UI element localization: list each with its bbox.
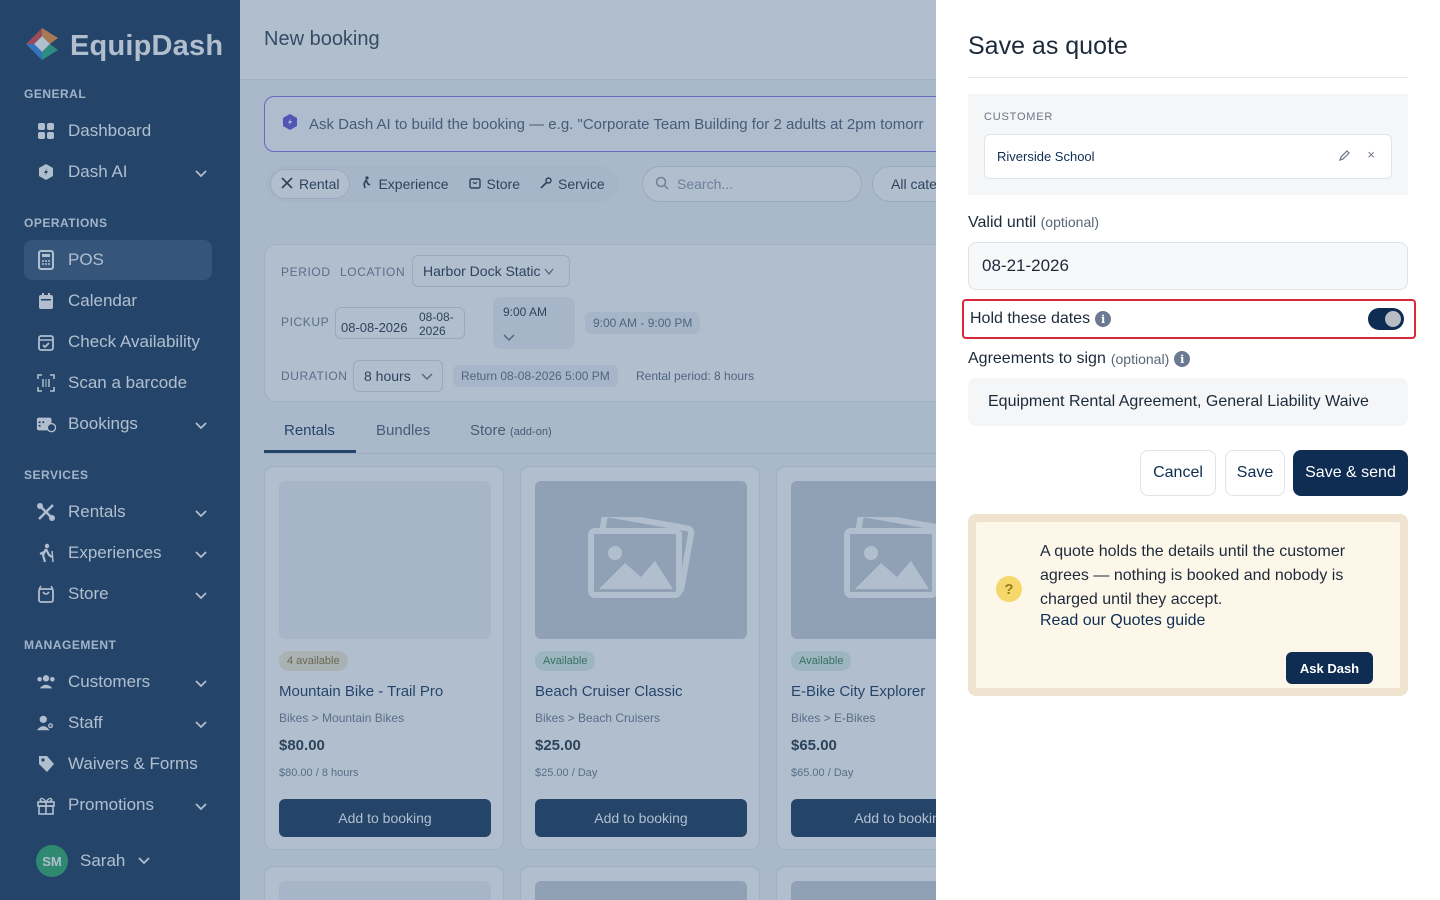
toggle-knob xyxy=(1385,311,1401,327)
hold-dates-text: Hold these dates xyxy=(970,310,1091,327)
hold-dates-toggle[interactable] xyxy=(1368,308,1404,330)
customer-label: CUSTOMER xyxy=(984,111,1054,123)
agreements-select[interactable]: Equipment Rental Agreement, General Liab… xyxy=(968,378,1408,426)
help-callout: ? A quote holds the details until the cu… xyxy=(968,514,1408,696)
help-text: A quote holds the details until the cust… xyxy=(1040,543,1346,608)
info-icon[interactable]: i xyxy=(1174,351,1191,367)
save-and-send-button[interactable]: Save & send xyxy=(1293,450,1408,496)
modal-backdrop[interactable] xyxy=(0,0,936,900)
hold-dates-label: Hold these dates i xyxy=(970,310,1112,328)
info-icon[interactable]: i xyxy=(1095,311,1112,327)
valid-until-text: Valid until xyxy=(968,214,1037,231)
agreements-text: Agreements to sign xyxy=(968,350,1106,367)
optional-hint: (optional) xyxy=(1040,214,1100,230)
app: EquipDash GENERAL Dashboard Dash AI OPER… xyxy=(0,0,1440,900)
hold-dates-row: Hold these dates i xyxy=(962,299,1416,339)
drawer-title: Save as quote xyxy=(968,32,1128,60)
valid-until-input[interactable]: 08-21-2026 xyxy=(968,242,1408,290)
customer-field[interactable]: Riverside School × xyxy=(984,134,1392,179)
agreements-label: Agreements to sign (optional) i xyxy=(968,350,1191,368)
customer-section: CUSTOMER Riverside School × xyxy=(968,94,1408,195)
customer-value: Riverside School xyxy=(997,149,1095,164)
save-button[interactable]: Save xyxy=(1225,450,1285,496)
question-icon: ? xyxy=(996,576,1022,602)
pencil-icon[interactable] xyxy=(1338,149,1351,165)
optional-hint: (optional) xyxy=(1110,351,1170,367)
quotes-guide-link[interactable]: Read our Quotes guide xyxy=(1040,612,1205,630)
ask-dash-button[interactable]: Ask Dash xyxy=(1286,652,1373,684)
close-icon[interactable]: × xyxy=(1367,147,1375,162)
help-callout-inner: ? A quote holds the details until the cu… xyxy=(976,522,1400,688)
save-quote-drawer: Save as quote CUSTOMER Riverside School … xyxy=(936,0,1440,900)
valid-until-label: Valid until (optional) xyxy=(968,214,1099,232)
divider xyxy=(968,77,1408,78)
cancel-button[interactable]: Cancel xyxy=(1140,450,1216,496)
